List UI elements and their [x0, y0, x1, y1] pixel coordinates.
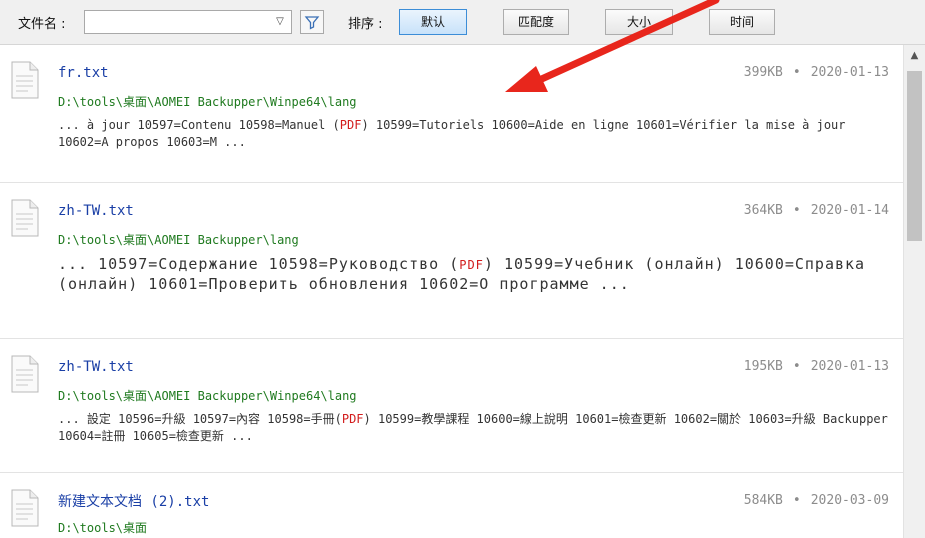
results-list: fr.txt 399KB • 2020-01-13 D:\tools\桌面\AOME… — [0, 45, 903, 538]
snippet-highlight: PDF — [341, 412, 364, 426]
result-item[interactable]: zh-TW.txt 364KB • 2020-01-14 D:\tools\桌面\A… — [0, 183, 903, 339]
result-path[interactable]: D:\tools\桌面 — [58, 519, 147, 536]
result-date: 2020-03-09 — [810, 493, 889, 508]
result-size: 195KB — [743, 359, 783, 374]
scrollbar-thumb[interactable] — [907, 71, 922, 241]
result-meta: 364KB • 2020-01-14 — [744, 203, 889, 218]
filename-combobox[interactable]: ▽ — [84, 10, 292, 34]
result-size: 364KB — [743, 203, 783, 218]
chevron-up-icon[interactable]: ▲ — [904, 47, 925, 65]
result-snippet: ... à jour 10597=Contenu 10598=Manuel (P… — [58, 117, 888, 151]
result-path[interactable]: D:\tools\桌面\AOMEI Backupper\Winpe64\lang — [58, 93, 357, 110]
result-snippet: ... 10597=Содержание 10598=Руководство (… — [58, 255, 888, 294]
meta-separator: • — [792, 203, 801, 218]
filename-input[interactable] — [88, 12, 272, 34]
result-item[interactable]: fr.txt 399KB • 2020-01-13 D:\tools\桌面\AOME… — [0, 45, 903, 183]
result-item[interactable]: 新建文本文档 (2).txt 584KB • 2020-03-09 D:\tools… — [0, 473, 903, 538]
result-filename[interactable]: fr.txt — [58, 65, 109, 81]
text-file-icon — [11, 355, 39, 393]
sort-default-button[interactable]: 默认 — [399, 9, 467, 35]
result-filename[interactable]: 新建文本文档 (2).txt — [58, 491, 209, 511]
snippet-text: ... à jour 10597=Contenu 10598=Manuel ( — [58, 118, 340, 132]
result-size: 584KB — [743, 493, 783, 508]
result-filename[interactable]: zh-TW.txt — [58, 203, 134, 219]
snippet-text: ... 10597=Содержание 10598=Руководство ( — [58, 255, 460, 273]
snippet-text: ... 設定 10596=升級 10597=內容 10598=手冊( — [58, 412, 342, 426]
result-snippet: ... 設定 10596=升級 10597=內容 10598=手冊(PDF) 1… — [58, 411, 903, 445]
result-date: 2020-01-13 — [810, 359, 889, 374]
result-path[interactable]: D:\tools\桌面\AOMEI Backupper\Winpe64\lang — [58, 387, 357, 404]
result-meta: 584KB • 2020-03-09 — [744, 493, 889, 508]
meta-separator: • — [792, 359, 801, 374]
snippet-highlight: PDF — [339, 118, 362, 132]
sort-label: 排序 : — [348, 17, 383, 32]
text-file-icon — [11, 489, 39, 527]
sort-size-button[interactable]: 大小 — [605, 9, 673, 35]
sort-time-button[interactable]: 时间 — [709, 9, 775, 35]
result-filename[interactable]: zh-TW.txt — [58, 359, 134, 375]
result-size: 399KB — [743, 65, 783, 80]
text-file-icon — [11, 61, 39, 99]
filter-icon — [304, 16, 320, 30]
chevron-down-icon[interactable]: ▽ — [272, 14, 288, 30]
result-date: 2020-01-13 — [810, 65, 889, 80]
result-item[interactable]: zh-TW.txt 195KB • 2020-01-13 D:\tools\桌面\A… — [0, 339, 903, 473]
result-path[interactable]: D:\tools\桌面\AOMEI Backupper\lang — [58, 231, 299, 248]
search-toolbar: 文件名 : ▽ 排序 : 默认 匹配度 大小 时间 — [0, 0, 925, 45]
result-meta: 399KB • 2020-01-13 — [744, 65, 889, 80]
snippet-highlight: PDF — [459, 258, 484, 272]
meta-separator: • — [792, 493, 801, 508]
vertical-scrollbar[interactable]: ▲ — [903, 45, 925, 538]
result-meta: 195KB • 2020-01-13 — [744, 359, 889, 374]
filter-button[interactable] — [300, 10, 324, 34]
sort-relevance-button[interactable]: 匹配度 — [503, 9, 569, 35]
result-date: 2020-01-14 — [810, 203, 889, 218]
text-file-icon — [11, 199, 39, 237]
meta-separator: • — [792, 65, 801, 80]
filename-label: 文件名 : — [18, 17, 66, 32]
